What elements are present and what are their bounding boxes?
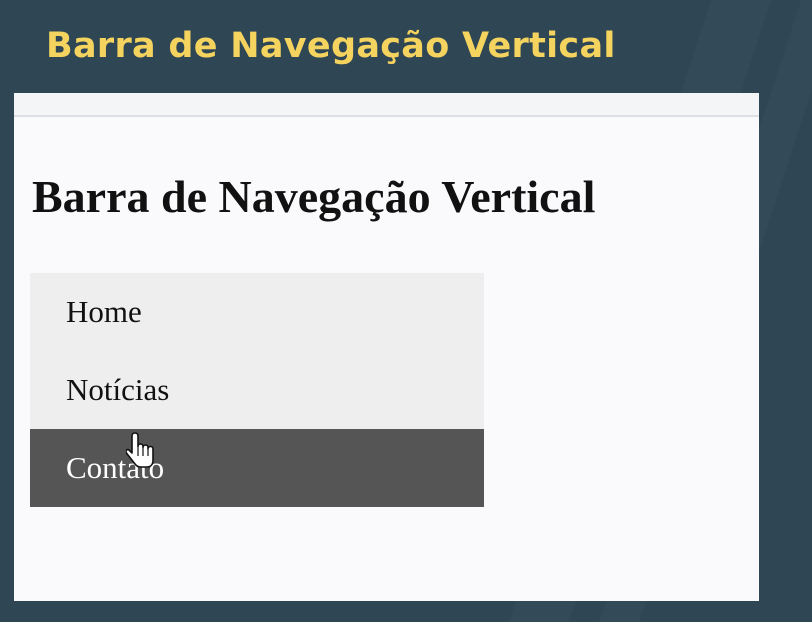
- browser-top-strip: [14, 93, 759, 117]
- nav-link-home[interactable]: Home: [30, 273, 484, 351]
- page-heading: Barra de Navegação Vertical: [32, 171, 596, 222]
- nav-item-contato: Contato: [30, 429, 484, 507]
- nav-item-home: Home: [30, 273, 484, 351]
- slide-title: Barra de Navegação Vertical: [46, 26, 616, 66]
- nav-item-noticias: Notícias: [30, 351, 484, 429]
- browser-viewport: Barra de Navegação Vertical Home Notícia…: [14, 93, 759, 601]
- nav-link-noticias[interactable]: Notícias: [30, 351, 484, 429]
- nav-link-contato[interactable]: Contato: [30, 429, 484, 507]
- vertical-nav: Home Notícias Contato: [30, 273, 484, 507]
